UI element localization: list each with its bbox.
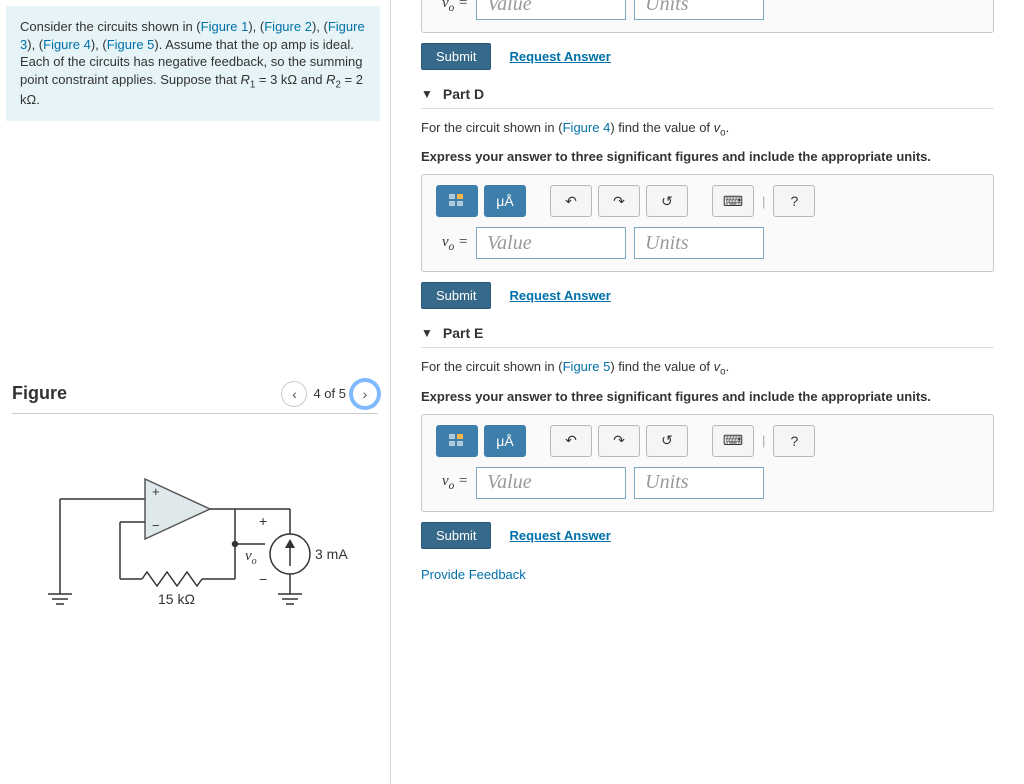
prev-figure-button[interactable]: ‹	[281, 381, 307, 407]
part-d-header[interactable]: ▼ Part D	[421, 86, 994, 109]
figure-header: Figure ‹ 4 of 5 ›	[12, 381, 378, 414]
next-figure-button[interactable]: ›	[352, 381, 378, 407]
vo-label: vo =	[436, 0, 468, 14]
part-d-units-input[interactable]: Units	[634, 227, 764, 259]
vo-label: vo =	[436, 234, 468, 253]
part-e-header[interactable]: ▼ Part E	[421, 325, 994, 348]
part-c-submit-button[interactable]: Submit	[421, 43, 491, 70]
part-e-title: Part E	[443, 325, 483, 341]
svg-text:−: −	[152, 518, 160, 533]
figure-2-link[interactable]: Figure 2	[264, 19, 312, 34]
redo-icon[interactable]: ↷	[598, 185, 640, 217]
part-e-answer-box: μÅ ↶ ↷ ↺ ⌨ | ? vo = Value Units	[421, 414, 994, 512]
help-icon[interactable]: ?	[773, 185, 815, 217]
figure-page-label: 4 of 5	[313, 386, 346, 401]
resistor-label: 15 kΩ	[158, 591, 195, 607]
part-c-input-row: vo = Value Units	[436, 0, 979, 20]
svg-text:vo: vo	[245, 548, 257, 567]
undo-icon[interactable]: ↶	[550, 425, 592, 457]
part-d-prompt: For the circuit shown in (Figure 4) find…	[421, 119, 994, 140]
problem-statement: Consider the circuits shown in (Figure 1…	[6, 6, 380, 121]
templates-icon[interactable]	[436, 185, 478, 217]
part-e-figure-link[interactable]: Figure 5	[563, 359, 611, 374]
circuit-diagram: + −	[30, 444, 360, 634]
part-c-answer-box: ↺ ⌨ vo = Value Units	[421, 0, 994, 33]
reset-icon[interactable]: ↺	[646, 185, 688, 217]
help-icon[interactable]: ?	[773, 425, 815, 457]
templates-icon[interactable]	[436, 425, 478, 457]
figure-4-link[interactable]: Figure 4	[43, 37, 91, 52]
figure-pager: ‹ 4 of 5 ›	[281, 381, 378, 407]
provide-feedback-link[interactable]: Provide Feedback	[421, 567, 994, 582]
part-e-submit-button[interactable]: Submit	[421, 522, 491, 549]
part-d-request-answer-link[interactable]: Request Answer	[509, 288, 610, 303]
figure-1-link[interactable]: Figure 1	[201, 19, 249, 34]
svg-text:−: −	[259, 571, 267, 587]
units-icon[interactable]: μÅ	[484, 425, 526, 457]
part-e-value-input[interactable]: Value	[476, 467, 626, 499]
vo-label: vo =	[436, 473, 468, 492]
svg-text:+: +	[152, 484, 160, 499]
undo-icon[interactable]: ↶	[550, 185, 592, 217]
reset-icon[interactable]: ↺	[646, 425, 688, 457]
keyboard-icon[interactable]: ⌨	[712, 425, 754, 457]
figure-title: Figure	[12, 383, 67, 404]
svg-text:+: +	[259, 513, 267, 529]
part-c-value-input[interactable]: Value	[476, 0, 626, 20]
part-d-submit-button[interactable]: Submit	[421, 282, 491, 309]
part-c-units-input[interactable]: Units	[634, 0, 764, 20]
text: Consider the circuits shown in (	[20, 19, 201, 34]
keyboard-icon[interactable]: ⌨	[712, 185, 754, 217]
part-d-title: Part D	[443, 86, 484, 102]
figure-5-link[interactable]: Figure 5	[107, 37, 155, 52]
part-e-instructions: Express your answer to three significant…	[421, 388, 994, 406]
part-d-answer-box: μÅ ↶ ↷ ↺ ⌨ | ? vo = Value Units	[421, 174, 994, 272]
part-d-instructions: Express your answer to three significant…	[421, 148, 994, 166]
svg-text:3 mA: 3 mA	[315, 546, 348, 562]
part-c-request-answer-link[interactable]: Request Answer	[509, 49, 610, 64]
part-d-value-input[interactable]: Value	[476, 227, 626, 259]
redo-icon[interactable]: ↷	[598, 425, 640, 457]
units-icon[interactable]: μÅ	[484, 185, 526, 217]
part-e-request-answer-link[interactable]: Request Answer	[509, 528, 610, 543]
part-d-figure-link[interactable]: Figure 4	[563, 120, 611, 135]
caret-down-icon[interactable]: ▼	[421, 87, 433, 101]
caret-down-icon[interactable]: ▼	[421, 326, 433, 340]
part-e-prompt: For the circuit shown in (Figure 5) find…	[421, 358, 994, 379]
part-e-toolbar: μÅ ↶ ↷ ↺ ⌨ | ?	[436, 425, 979, 457]
part-e-units-input[interactable]: Units	[634, 467, 764, 499]
part-d-toolbar: μÅ ↶ ↷ ↺ ⌨ | ?	[436, 185, 979, 217]
